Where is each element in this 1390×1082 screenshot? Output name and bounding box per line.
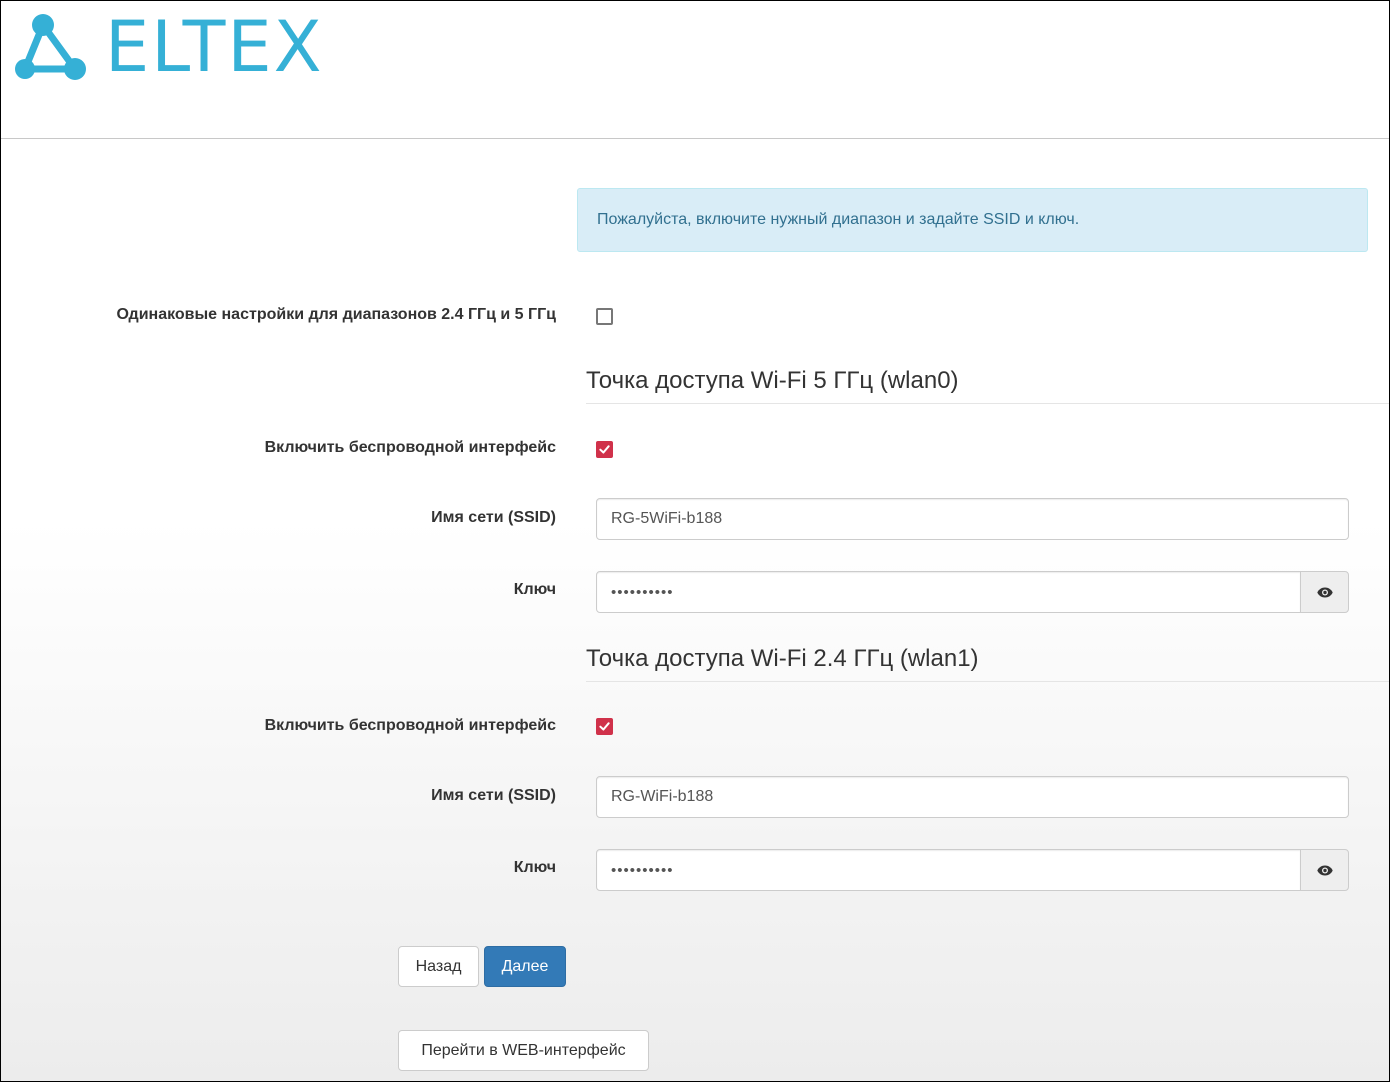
wlan0-key-label: Ключ bbox=[513, 581, 556, 598]
back-button[interactable]: Назад bbox=[398, 946, 479, 987]
wlan0-section-title: Точка доступа Wi-Fi 5 ГГц (wlan0) bbox=[586, 367, 1389, 404]
wlan0-enable-checkbox[interactable] bbox=[596, 441, 613, 458]
eye-icon bbox=[1316, 587, 1333, 597]
page-frame: ELTEX Пожалуйста, включите нужный диапаз… bbox=[0, 0, 1390, 1082]
wlan1-ssid-input[interactable] bbox=[596, 776, 1349, 818]
wlan0-ssid-input[interactable] bbox=[596, 498, 1349, 540]
checkmark-icon bbox=[599, 445, 610, 454]
wlan1-key-label: Ключ bbox=[513, 859, 556, 876]
wlan1-key-input[interactable] bbox=[596, 849, 1301, 891]
wlan1-section-title: Точка доступа Wi-Fi 2.4 ГГц (wlan1) bbox=[586, 645, 1389, 682]
wlan1-show-key-button[interactable] bbox=[1300, 849, 1349, 891]
wlan1-enable-label: Включить беспроводной интерфейс bbox=[264, 717, 556, 734]
next-button[interactable]: Далее bbox=[484, 946, 566, 987]
header: ELTEX bbox=[1, 1, 1389, 139]
wlan1-enable-checkbox[interactable] bbox=[596, 718, 613, 735]
info-alert: Пожалуйста, включите нужный диапазон и з… bbox=[577, 188, 1368, 252]
checkmark-icon bbox=[599, 722, 610, 731]
wlan0-show-key-button[interactable] bbox=[1300, 571, 1349, 613]
eltex-logo-icon bbox=[15, 14, 86, 80]
same-settings-checkbox[interactable] bbox=[596, 308, 613, 325]
same-settings-label: Одинаковые настройки для диапазонов 2.4 … bbox=[116, 306, 557, 323]
logo-wordmark: ELTEX bbox=[105, 6, 324, 88]
web-interface-button[interactable]: Перейти в WEB-интерфейс bbox=[398, 1030, 649, 1071]
wlan0-key-input[interactable] bbox=[596, 571, 1301, 613]
wlan0-ssid-label: Имя сети (SSID) bbox=[431, 509, 556, 526]
wlan0-enable-label: Включить беспроводной интерфейс bbox=[264, 439, 556, 456]
eltex-logo: ELTEX bbox=[15, 7, 337, 87]
eye-icon bbox=[1316, 865, 1333, 875]
wlan1-ssid-label: Имя сети (SSID) bbox=[431, 787, 556, 804]
